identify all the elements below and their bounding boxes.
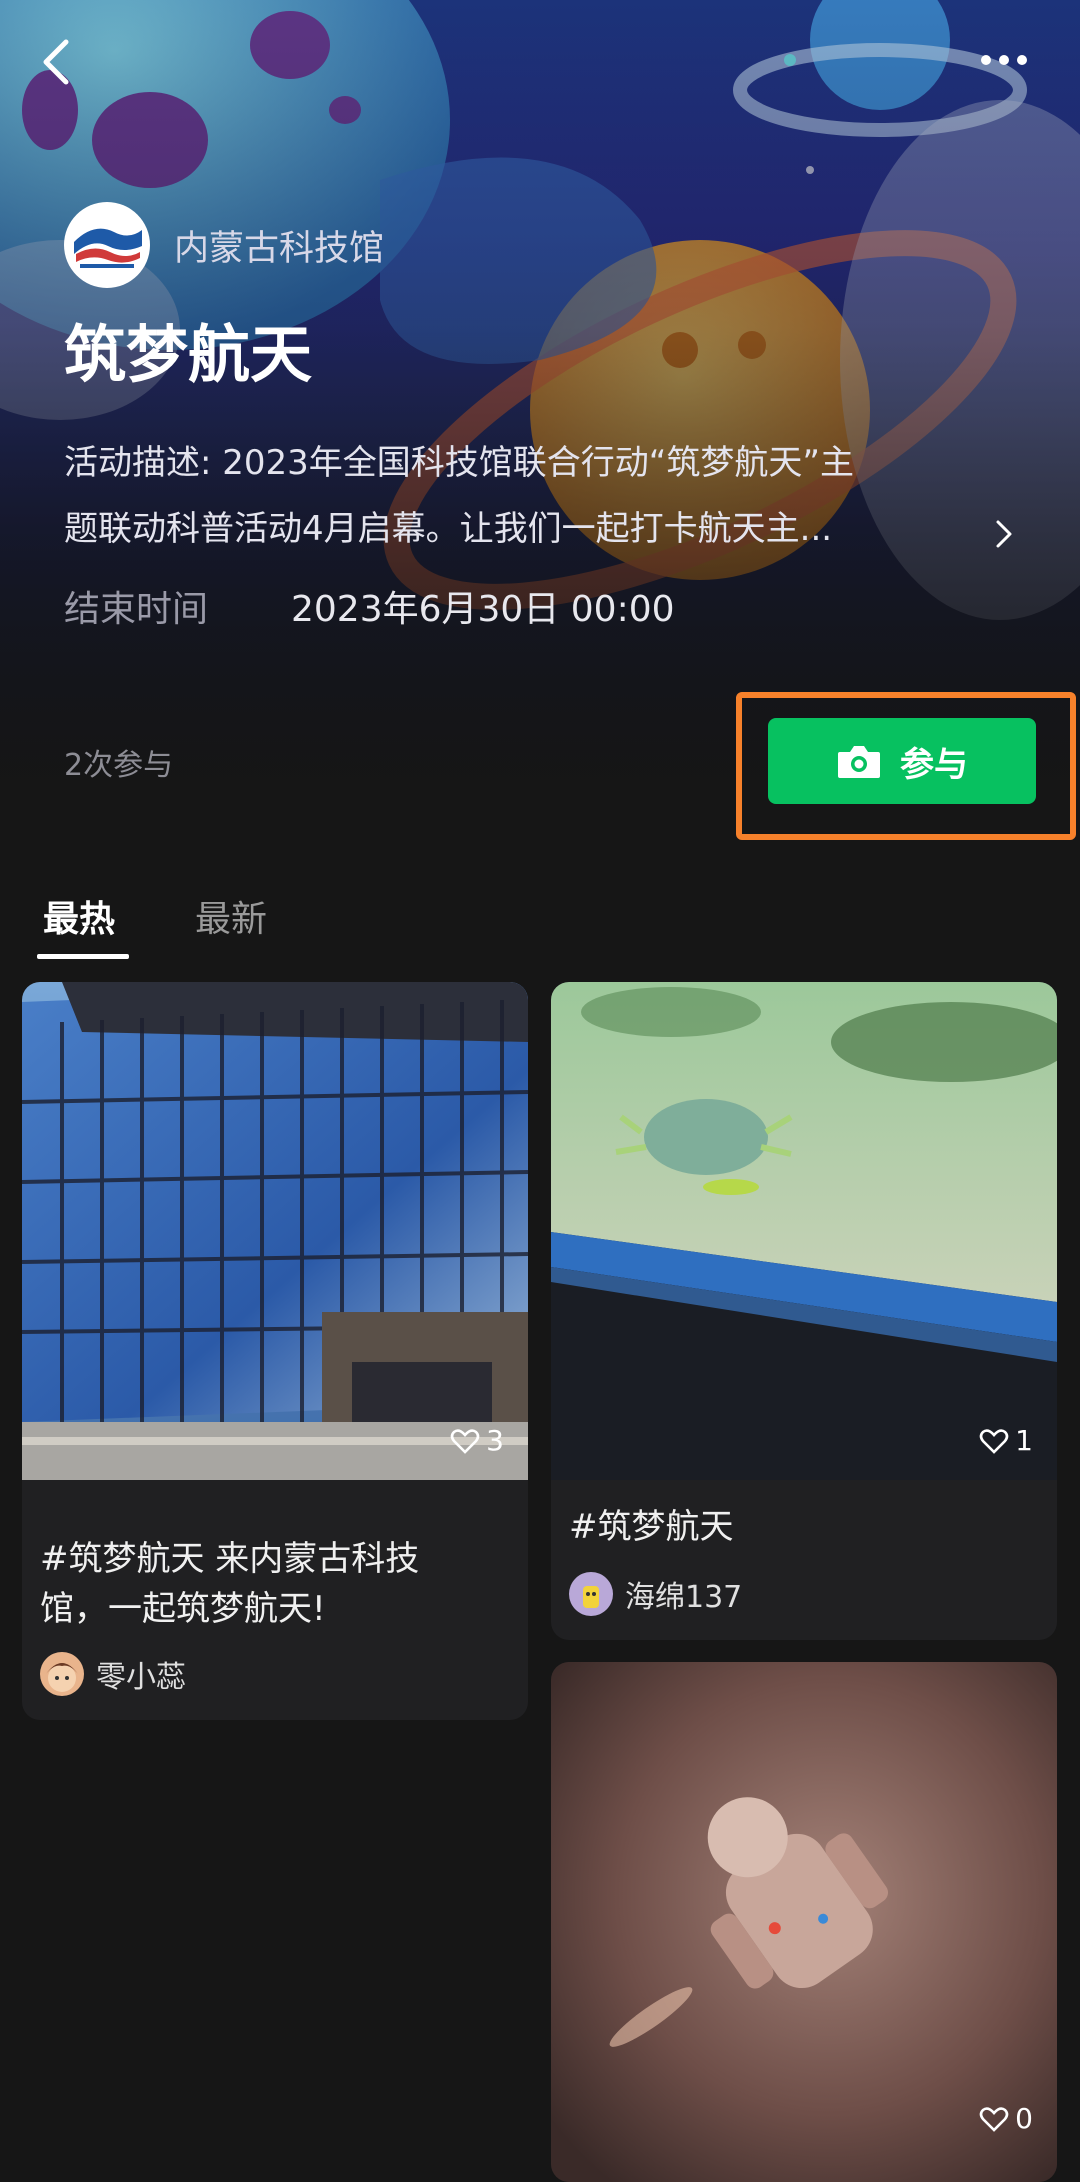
caption-line-1: #筑梦航天 [569,1507,734,1547]
more-horizontal-icon [981,55,1027,65]
chevron-right-icon [996,520,1012,548]
avatar [40,1652,84,1696]
end-time-value: 2023年6月30日 00:00 [291,589,675,630]
tab-hottest[interactable]: 最热 [43,890,115,942]
likes-count: 3 [486,1424,504,1457]
participation-count: 2次参与 [64,748,174,783]
post-card[interactable]: 1 #筑梦航天 海绵137 [551,982,1057,1640]
organizer[interactable]: 内蒙古科技馆 [64,202,384,288]
post-image [22,982,528,1480]
post-likes[interactable]: 1 [979,1424,1033,1457]
heart-icon [979,2106,1009,2132]
post-caption: #筑梦航天 来内蒙古科技 馆，一起筑梦航天! [40,1534,510,1634]
post-author[interactable]: 零小蕊 [40,1652,186,1696]
post-card[interactable]: 0 [551,1662,1057,2182]
join-label: 参与 [900,744,968,785]
author-name: 零小蕊 [96,1660,186,1695]
likes-count: 0 [1015,2102,1033,2135]
camera-icon [838,746,880,778]
caption-line-2: 馆，一起筑梦航天! [40,1589,326,1629]
author-name: 海绵137 [625,1580,743,1615]
end-time-row: 结束时间 2023年6月30日 00:00 [64,580,675,632]
post-likes[interactable]: 0 [979,2102,1033,2135]
likes-count: 1 [1015,1424,1033,1457]
post-image [551,982,1057,1480]
post-author[interactable]: 海绵137 [569,1572,742,1616]
post-card[interactable]: 3 #筑梦航天 来内蒙古科技 馆，一起筑梦航天! 零小蕊 [22,982,528,1720]
post-likes[interactable]: 3 [450,1424,504,1457]
back-button[interactable] [36,36,76,88]
activity-title: 筑梦航天 [64,318,313,391]
description-line-1: 活动描述: 2023年全国科技馆联合行动“筑梦航天”主 [64,443,855,483]
caption-line-1: #筑梦航天 来内蒙古科技 [40,1539,420,1579]
tab-latest[interactable]: 最新 [195,890,267,942]
end-time-label: 结束时间 [64,589,209,630]
feed-tabs: 最热 最新 [0,880,1080,960]
tab-active-indicator [37,954,129,959]
description-line-2: 题联动科普活动4月启幕。让我们一起打卡航天主... [64,509,833,549]
join-button[interactable]: 参与 [768,718,1036,804]
organizer-logo [64,202,150,288]
post-caption: #筑梦航天 [569,1502,1039,1552]
heart-icon [979,1428,1009,1454]
activity-description[interactable]: 活动描述: 2023年全国科技馆联合行动“筑梦航天”主 题联动科普活动4月启幕。… [64,430,1012,562]
heart-icon [450,1428,480,1454]
chevron-left-icon [43,39,69,85]
organizer-name: 内蒙古科技馆 [174,228,385,269]
more-button[interactable] [978,44,1030,72]
avatar [569,1572,613,1616]
